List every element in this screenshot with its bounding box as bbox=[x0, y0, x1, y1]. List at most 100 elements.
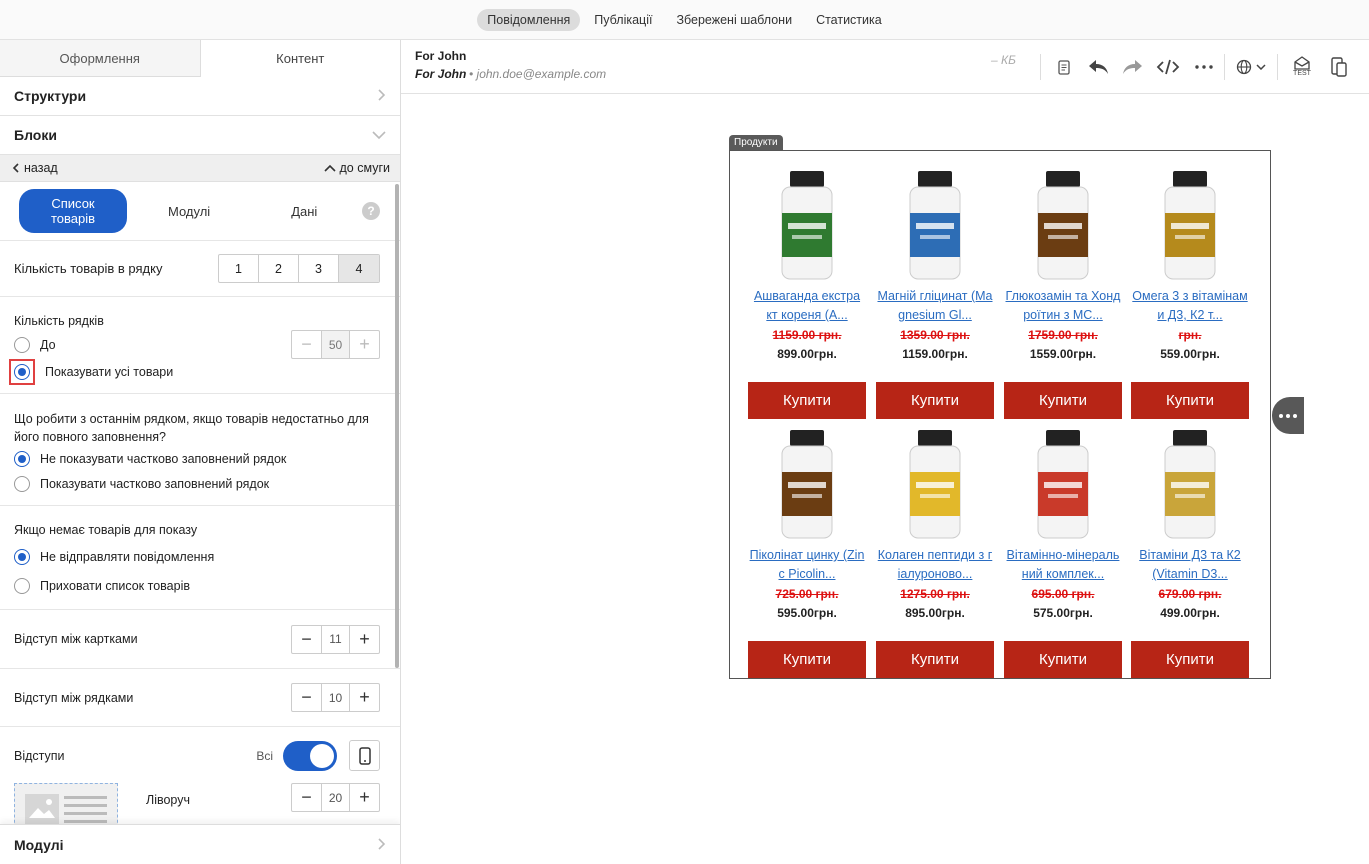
rows-value[interactable]: 50 bbox=[321, 331, 350, 358]
language-selector[interactable] bbox=[1233, 54, 1269, 80]
product-name-line: (Vitamin D3... bbox=[1152, 567, 1228, 581]
message-header: For John For John • john.doe@example.com… bbox=[401, 40, 1369, 94]
dot bbox=[1286, 413, 1290, 418]
structures-section[interactable]: Структури bbox=[0, 77, 400, 116]
per-row-option-1[interactable]: 1 bbox=[219, 255, 259, 282]
radio-circle[interactable] bbox=[14, 578, 30, 594]
product-name-link[interactable]: Колаген пептиди з г іалуроново... bbox=[876, 546, 994, 584]
mobile-icon[interactable] bbox=[349, 740, 380, 771]
radio-circle[interactable] bbox=[14, 336, 30, 353]
tab-publications[interactable]: Публікації bbox=[584, 9, 662, 31]
empty-option-dont-send[interactable]: Не відправляти повідомлення bbox=[14, 549, 380, 565]
document-icon[interactable] bbox=[1051, 54, 1077, 80]
padding-all-toggle[interactable] bbox=[283, 740, 337, 771]
subtab-data[interactable]: Дані bbox=[291, 204, 317, 219]
subtab-modules[interactable]: Модулі bbox=[168, 204, 210, 219]
product-card[interactable]: Вітамінно-мінераль ний комплек... 695.00 г… bbox=[1004, 420, 1122, 623]
tab-messages[interactable]: Повідомлення bbox=[477, 8, 581, 31]
product-image[interactable] bbox=[748, 420, 866, 540]
per-row-option-2[interactable]: 2 bbox=[259, 255, 299, 282]
more-icon[interactable] bbox=[1191, 54, 1217, 80]
row-gap-minus-button[interactable]: − bbox=[292, 684, 321, 711]
product-name-link[interactable]: Омега 3 з вітамінам и Д3, К2 т... bbox=[1131, 287, 1249, 325]
tab-content[interactable]: Контент bbox=[199, 40, 400, 77]
per-row-option-4[interactable]: 4 bbox=[339, 255, 379, 282]
radio-circle-selected[interactable] bbox=[14, 451, 30, 467]
tab-statistics[interactable]: Статистика bbox=[806, 9, 892, 31]
blocks-section[interactable]: Блоки bbox=[0, 116, 400, 155]
product-card[interactable]: Омега 3 з вітамінам и Д3, К2 т... грн. 559… bbox=[1131, 161, 1249, 364]
left-padding-minus-button[interactable]: − bbox=[292, 784, 321, 811]
product-card[interactable]: Магній гліцинат (Ma gnesium Gl... 1359.00 … bbox=[876, 161, 994, 364]
scrollbar[interactable] bbox=[395, 184, 399, 668]
rows-plus-button[interactable]: + bbox=[350, 331, 379, 358]
product-image[interactable] bbox=[1004, 420, 1122, 540]
modules-section[interactable]: Модулі bbox=[0, 824, 400, 864]
per-row-option-3[interactable]: 3 bbox=[299, 255, 339, 282]
product-name-line: іалуроново... bbox=[897, 567, 973, 581]
card-gap-value[interactable]: 11 bbox=[321, 625, 350, 653]
radio-circle-selected[interactable] bbox=[14, 549, 30, 565]
rows-upto-radio[interactable]: До bbox=[14, 336, 56, 353]
buy-button[interactable]: Купити bbox=[1131, 641, 1249, 678]
product-name-link[interactable]: Піколінат цинку (Zin c Picolin... bbox=[748, 546, 866, 584]
product-card[interactable]: Глюкозамін та Хонд роїтин з MC... 1759.00 … bbox=[1004, 161, 1122, 364]
chevron-left-icon bbox=[12, 163, 19, 173]
card-gap-minus-button[interactable]: − bbox=[292, 626, 321, 653]
buy-button[interactable]: Купити bbox=[1004, 382, 1122, 419]
product-name-link[interactable]: Вітаміни Д3 та К2 (Vitamin D3... bbox=[1131, 546, 1249, 584]
product-name-link[interactable]: Глюкозамін та Хонд роїтин з MC... bbox=[1004, 287, 1122, 325]
buy-button[interactable]: Купити bbox=[1131, 382, 1249, 419]
radio-circle[interactable] bbox=[14, 476, 30, 492]
products-block-tag[interactable]: Продукти bbox=[729, 135, 783, 151]
empty-option-hide[interactable]: Приховати список товарів bbox=[14, 578, 380, 594]
product-card[interactable]: Вітаміни Д3 та К2 (Vitamin D3... 679.00 гр… bbox=[1131, 420, 1249, 623]
radio-circle-selected[interactable] bbox=[14, 364, 30, 380]
row-gap-value[interactable]: 10 bbox=[321, 684, 350, 711]
buy-button[interactable]: Купити bbox=[748, 641, 866, 678]
product-name-line: Піколінат цинку (Zin bbox=[749, 548, 865, 562]
product-image[interactable] bbox=[876, 420, 994, 540]
left-padding-plus-button[interactable]: + bbox=[350, 784, 379, 811]
product-image[interactable] bbox=[1131, 420, 1249, 540]
help-icon[interactable]: ? bbox=[362, 202, 380, 220]
redo-icon[interactable] bbox=[1120, 54, 1146, 80]
buy-button[interactable]: Купити bbox=[876, 382, 994, 419]
code-icon[interactable] bbox=[1155, 54, 1181, 80]
settings-scroll-area[interactable]: Список товарів Модулі Дані ? Кількість т… bbox=[0, 182, 400, 826]
back-button[interactable]: назад bbox=[12, 161, 58, 175]
product-name-link[interactable]: Ашваганда екстра кт кореня (A... bbox=[748, 287, 866, 325]
row-gap-plus-button[interactable]: + bbox=[350, 684, 379, 711]
product-name-link[interactable]: Вітамінно-мінераль ний комплек... bbox=[1004, 546, 1122, 584]
per-row-selector: 1 2 3 4 bbox=[218, 254, 380, 283]
tab-design[interactable]: Оформлення bbox=[0, 40, 200, 77]
product-image[interactable] bbox=[876, 161, 994, 281]
product-image[interactable] bbox=[748, 161, 866, 281]
tab-saved-templates[interactable]: Збережені шаблони bbox=[666, 9, 802, 31]
product-name-link[interactable]: Магній гліцинат (Ma gnesium Gl... bbox=[876, 287, 994, 325]
to-strip-button[interactable]: до смуги bbox=[323, 161, 390, 175]
product-name-line: Вітамінно-мінераль bbox=[1006, 548, 1120, 562]
product-card[interactable]: Колаген пептиди з г іалуроново... 1275.00 … bbox=[876, 420, 994, 623]
subtab-product-list[interactable]: Список товарів bbox=[19, 189, 127, 233]
product-image[interactable] bbox=[1131, 161, 1249, 281]
product-card[interactable]: Ашваганда екстра кт кореня (A... 1159.00 г… bbox=[748, 161, 866, 364]
mobile-preview-icon[interactable] bbox=[1326, 54, 1352, 80]
last-row-option-hide[interactable]: Не показувати частково заповнений рядок bbox=[14, 451, 380, 467]
last-row-option-show[interactable]: Показувати частково заповнений рядок bbox=[14, 476, 380, 492]
left-padding-value[interactable]: 20 bbox=[321, 784, 350, 811]
buy-button[interactable]: Купити bbox=[1004, 641, 1122, 678]
rows-show-all-radio[interactable]: Показувати усі товари bbox=[9, 359, 380, 385]
product-name-line: Омега 3 з вітамінам bbox=[1132, 289, 1248, 303]
rows-minus-button[interactable]: − bbox=[292, 331, 321, 358]
product-card[interactable]: Піколінат цинку (Zin c Picolin... 725.00 г… bbox=[748, 420, 866, 623]
buy-button[interactable]: Купити bbox=[748, 382, 866, 419]
test-send-button[interactable]: TEST bbox=[1289, 54, 1315, 80]
product-old-price: 725.00 грн. bbox=[775, 587, 839, 601]
card-gap-plus-button[interactable]: + bbox=[350, 626, 379, 653]
last-row-setting: Що робити з останнім рядком, якщо товарі… bbox=[0, 394, 400, 506]
undo-icon[interactable] bbox=[1085, 54, 1111, 80]
product-image[interactable] bbox=[1004, 161, 1122, 281]
buy-button[interactable]: Купити bbox=[876, 641, 994, 678]
block-options-button[interactable] bbox=[1272, 397, 1304, 434]
